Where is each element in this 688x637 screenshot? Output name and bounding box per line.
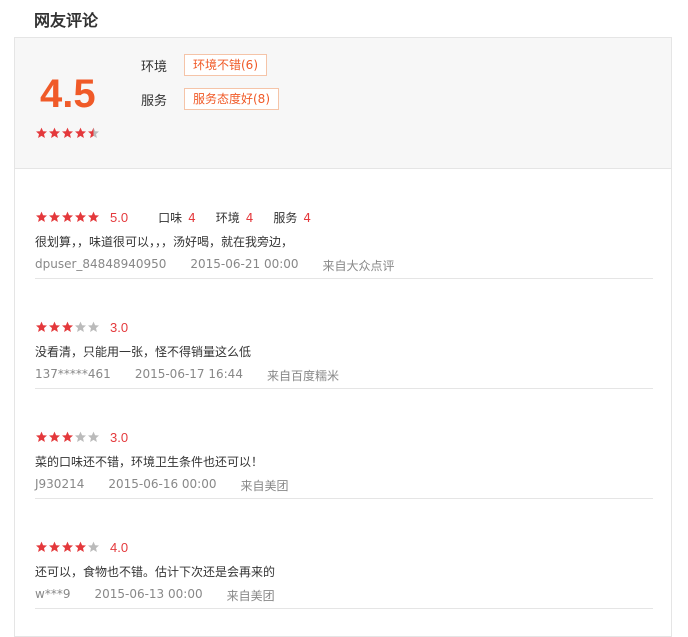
sub-score-label: 服务 [273,210,298,225]
tag-label: 环境 [141,59,168,75]
review-score: 3.0 [110,319,129,335]
review-date: 2015-06-16 00:00 [108,477,217,491]
tag-label: 服务 [141,93,168,109]
review-meta: J930214 2015-06-16 00:00 来自美团 [35,477,313,494]
star-icon [88,541,99,552]
review-user: 137*****461 [35,367,111,381]
tag-row-environment: 环境 环境不错(6) [141,53,267,77]
star-icon [88,321,99,332]
review-meta: 137*****461 2015-06-17 16:44 来自百度糯米 [35,367,363,384]
sub-score-environment: 环境 4 [216,209,254,226]
star-icon [75,211,86,222]
review-meta: w***9 2015-06-13 00:00 来自美团 [35,587,299,604]
overall-star-rating [35,127,100,139]
review-panel: 4.5 环境 环境不错(6) 服务 服务态度好(8) 5.0 口味 4 环境 4 [14,37,672,637]
review-item: 3.0 菜的口味还不错，环境卫生条件也还可以！ J930214 2015-06-… [35,389,653,499]
rating-summary: 4.5 环境 环境不错(6) 服务 服务态度好(8) [15,38,671,169]
review-text: 菜的口味还不错，环境卫生条件也还可以！ [35,455,264,469]
review-text: 没看清，只能用一张，怪不得销量这么低 [35,345,252,359]
review-item: 3.0 没看清，只能用一张，怪不得销量这么低 137*****461 2015-… [35,279,653,389]
star-rating [35,541,100,553]
star-icon [75,431,86,442]
star-icon [62,127,73,138]
review-date: 2015-06-21 00:00 [190,257,299,271]
star-icon [75,541,86,552]
star-icon [88,211,99,222]
star-icon [75,321,86,332]
sub-score-value: 4 [245,210,254,225]
star-icon [36,321,47,332]
star-icon [62,431,73,442]
sub-score-label: 口味 [158,210,183,225]
review-date: 2015-06-13 00:00 [94,587,203,601]
review-text: 还可以，食物也不错。估计下次还是会再来的 [35,565,276,579]
review-source: 来自美团 [226,589,275,603]
star-icon [49,431,60,442]
star-icon [36,127,47,138]
star-rating [35,211,100,223]
star-icon [49,541,60,552]
star-icon [36,431,47,442]
review-date: 2015-06-17 16:44 [134,367,243,381]
star-icon [49,127,60,138]
star-icon [62,321,73,332]
review-item: 4.0 还可以，食物也不错。估计下次还是会再来的 w***9 2015-06-1… [35,499,653,609]
sub-score-label: 环境 [215,210,240,225]
review-text: 很划算，，味道很可以，，，汤好喝，就在我旁边， [35,235,294,249]
star-icon [49,321,60,332]
review-source: 来自百度糯米 [266,369,339,383]
review-score: 5.0 [110,209,129,225]
tag-service[interactable]: 服务态度好(8) [184,88,279,110]
sub-score-value: 4 [303,210,312,225]
review-score: 3.0 [110,429,129,445]
star-icon [36,211,47,222]
star-icon [75,127,86,138]
tag-row-service: 服务 服务态度好(8) [141,87,279,111]
star-icon [62,211,73,222]
review-header: 4.0 [35,539,128,555]
review-header: 3.0 [35,319,128,335]
star-rating [35,431,100,443]
overall-score: 4.5 [40,72,96,116]
star-icon [88,127,99,138]
sub-score-taste: 口味 4 [158,209,196,226]
section-title: 网友评论 [34,11,99,30]
tag-environment[interactable]: 环境不错(6) [184,54,267,76]
star-icon [62,541,73,552]
review-user: w***9 [35,587,71,601]
sub-score-value: 4 [188,210,196,225]
review-item: 5.0 口味 4 环境 4 服务 4 很划算，，味道很可以，，，汤好喝，就在我旁边， … [35,169,653,279]
review-meta: dpuser_84848940950 2015-06-21 00:00 来自大众… [35,257,419,274]
review-score: 4.0 [110,539,129,555]
star-icon [88,431,99,442]
sub-score-service: 服务 4 [273,209,311,226]
star-icon [49,211,60,222]
review-source: 来自美团 [240,479,289,493]
review-user: J930214 [35,477,85,491]
review-source: 来自大众点评 [322,259,395,273]
star-icon [36,541,47,552]
review-user: dpuser_84848940950 [35,257,167,271]
review-header: 3.0 [35,429,128,445]
star-rating [35,321,100,333]
review-header: 5.0 口味 4 环境 4 服务 4 [35,209,311,225]
